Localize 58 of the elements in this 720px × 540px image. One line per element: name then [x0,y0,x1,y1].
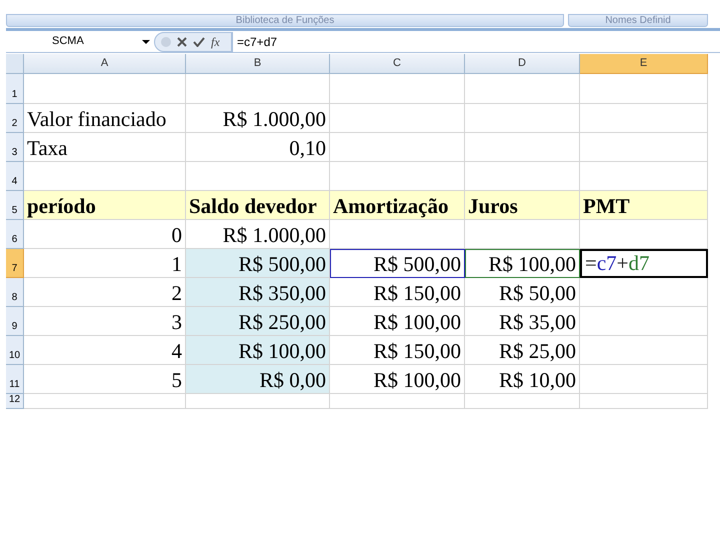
row-header[interactable]: 2 [6,104,24,133]
table-cell: R$ 350,00 [186,278,330,307]
row-header[interactable]: 5 [6,191,24,220]
table-cell: R$ 25,00 [465,336,580,365]
cancel-icon[interactable] [177,36,187,46]
header-cell: período [24,191,186,220]
table-cell: Valor financiado [24,104,186,133]
table-cell: R$ 100,00 [330,365,465,394]
table-cell: R$ 500,00 [186,249,330,278]
row-header[interactable]: 12 [6,394,24,409]
row-header[interactable]: 3 [6,133,24,162]
grip-icon [161,36,171,46]
check-icon[interactable] [193,36,205,46]
table-cell: R$ 10,00 [465,365,580,394]
table-cell: R$ 1.000,00 [186,220,330,249]
ribbon-group-label: Nomes Definid [568,14,708,27]
table-cell: R$ 150,00 [330,278,465,307]
table-cell: 1 [24,249,186,278]
column-header[interactable]: E [580,54,708,74]
table-cell: R$ 35,00 [465,307,580,336]
table-cell: R$ 150,00 [330,336,465,365]
row-header[interactable]: 9 [6,307,24,336]
table-cell: R$ 50,00 [465,278,580,307]
column-header[interactable]: B [186,54,330,74]
row-header[interactable]: 6 [6,220,24,249]
column-header[interactable]: D [465,54,580,74]
table-cell: R$ 100,00 [330,307,465,336]
row-header[interactable]: 8 [6,278,24,307]
dropdown-icon [142,40,150,44]
table-cell: 0,10 [186,133,330,162]
table-cell: 5 [24,365,186,394]
row-header[interactable]: 4 [6,162,24,191]
header-cell: PMT [580,191,708,220]
active-cell: =c7+d7 [580,249,708,278]
name-box[interactable]: SCMA [6,32,154,52]
table-cell: 4 [24,336,186,365]
header-cell: Saldo devedor [186,191,330,220]
table-cell: 2 [24,278,186,307]
table-cell: 3 [24,307,186,336]
referenced-cell: R$ 500,00 [330,249,465,278]
table-cell: R$ 0,00 [186,365,330,394]
row-header[interactable]: 7 [6,249,24,278]
column-header[interactable]: C [330,54,465,74]
row-header[interactable]: 10 [6,336,24,365]
table-cell: 0 [24,220,186,249]
column-header[interactable]: A [24,54,186,74]
table-cell: Taxa [24,133,186,162]
referenced-cell: R$ 100,00 [465,249,580,278]
table-cell: R$ 100,00 [186,336,330,365]
header-cell: Juros [465,191,580,220]
table-cell: R$ 1.000,00 [186,104,330,133]
table-cell: R$ 250,00 [186,307,330,336]
insert-function-button[interactable]: fx [211,32,220,50]
row-header[interactable]: 11 [6,365,24,394]
ribbon-group-label: Biblioteca de Funções [6,14,564,27]
header-cell: Amortização [330,191,465,220]
row-header[interactable]: 1 [6,74,24,104]
formula-field[interactable]: =c7+d7 [232,32,720,52]
